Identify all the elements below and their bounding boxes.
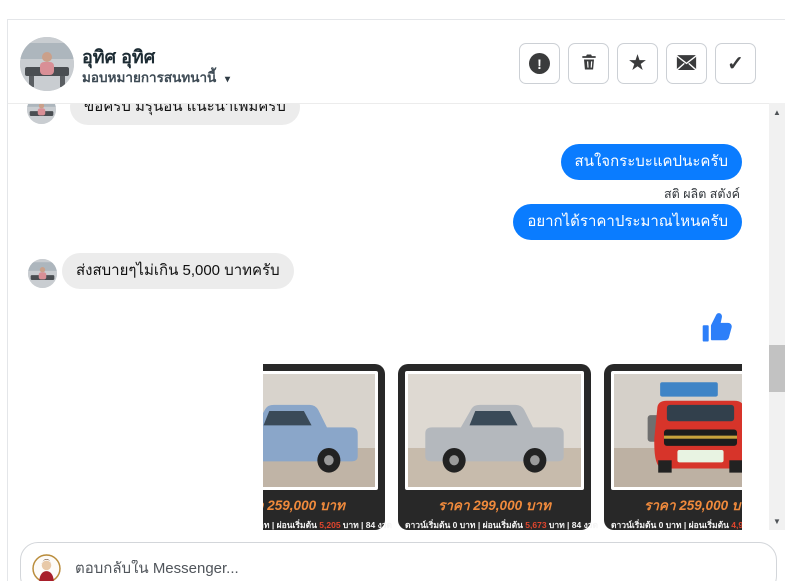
car-finance-details: ดาวน์เริ่มต้น 0 บาท | ผ่อนเริ่มต้น 5,205… — [263, 520, 393, 530]
trash-icon — [579, 52, 599, 75]
car-listing-card[interactable]: ราคา 259,000 บาท ดาวน์เริ่มต้น 0 บาท | ผ… — [604, 364, 742, 530]
car-photo — [263, 371, 378, 490]
check-icon: ✓ — [727, 53, 744, 75]
car-price: ราคา 259,000 บาท — [644, 498, 742, 513]
car-price: ราคา 259,000 บาท — [263, 498, 345, 513]
contact-avatar-small — [28, 259, 57, 288]
installment-amount: 5,205 — [319, 520, 341, 530]
image-album-carousel: ราคา 259,000 บาท ดาวน์เริ่มต้น 0 บาท | ผ… — [263, 364, 742, 531]
car-listing-card[interactable]: ราคา 259,000 บาท ดาวน์เริ่มต้น 0 บาท | ผ… — [263, 364, 393, 530]
scroll-down-arrow-icon[interactable]: ▼ — [769, 514, 785, 528]
page-avatar — [32, 553, 61, 581]
incoming-message-bubble: ส่งสบายๆไม่เกิน 5,000 บาทครับ — [62, 253, 294, 289]
incoming-message-bubble: ขอครับ มีรุ่นอื่น แนะนำเพิ่มครับ — [70, 104, 300, 125]
delete-button[interactable] — [568, 43, 609, 84]
assign-conversation-label: มอบหมายการสนทนานี้ — [82, 70, 217, 85]
header-action-buttons: ! ★ ✓ — [519, 43, 756, 84]
installment-amount: 5,673 — [525, 520, 547, 530]
envelope-icon — [676, 54, 697, 74]
mark-as-spam-button[interactable]: ! — [519, 43, 560, 84]
person-photo-placeholder — [20, 37, 74, 91]
installment-amount: 4,914 — [731, 520, 742, 530]
exclamation-circle-icon: ! — [529, 53, 550, 74]
star-icon: ★ — [628, 53, 647, 74]
scroll-up-arrow-icon[interactable]: ▲ — [769, 105, 785, 119]
thumbs-up-icon — [700, 310, 736, 346]
reply-input[interactable] — [75, 559, 675, 577]
messenger-inbox-page: อุทิศ อุทิศ มอบหมายการสนทนานี้ ▾ ! ★ ✓ ข… — [0, 0, 785, 581]
car-listing-card[interactable]: ราคา 299,000 บาท ดาวน์เริ่มต้น 0 บาท | ผ… — [398, 364, 599, 530]
chat-scrollbar[interactable]: ▲ ▼ — [769, 103, 785, 530]
outgoing-message-bubble: สนใจกระบะแคปนะครับ — [560, 144, 742, 180]
conversation-header: อุทิศ อุทิศ มอบหมายการสนทนานี้ ▾ ! ★ ✓ — [8, 20, 785, 104]
car-price: ราคา 299,000 บาท — [438, 498, 551, 513]
sender-attribution-label: สติ ผลิต สตังค์ — [663, 187, 740, 201]
contact-avatar-small — [27, 104, 56, 124]
flag-follow-up-button[interactable]: ★ — [617, 43, 658, 84]
scrollbar-thumb[interactable] — [769, 345, 785, 392]
assign-conversation-dropdown[interactable]: มอบหมายการสนทนานี้ ▾ — [82, 66, 230, 88]
car-photo — [405, 371, 584, 490]
car-photo — [611, 371, 742, 490]
contact-avatar — [20, 37, 74, 91]
car-finance-details: ดาวน์เริ่มต้น 0 บาท | ผ่อนเริ่มต้น 4,914… — [611, 518, 742, 531]
mark-as-unread-button[interactable] — [666, 43, 707, 84]
message-list: ขอครับ มีรุ่นอื่น แนะนำเพิ่มครับ สนใจกระ… — [8, 104, 769, 538]
mark-as-done-button[interactable]: ✓ — [715, 43, 756, 84]
reply-composer[interactable] — [20, 542, 777, 581]
outgoing-message-bubble: อยากได้ราคาประมาณไหนครับ — [513, 204, 742, 240]
chevron-down-icon: ▾ — [225, 74, 231, 85]
car-finance-details: ดาวน์เริ่มต้น 0 บาท | ผ่อนเริ่มต้น 5,673… — [405, 520, 599, 530]
